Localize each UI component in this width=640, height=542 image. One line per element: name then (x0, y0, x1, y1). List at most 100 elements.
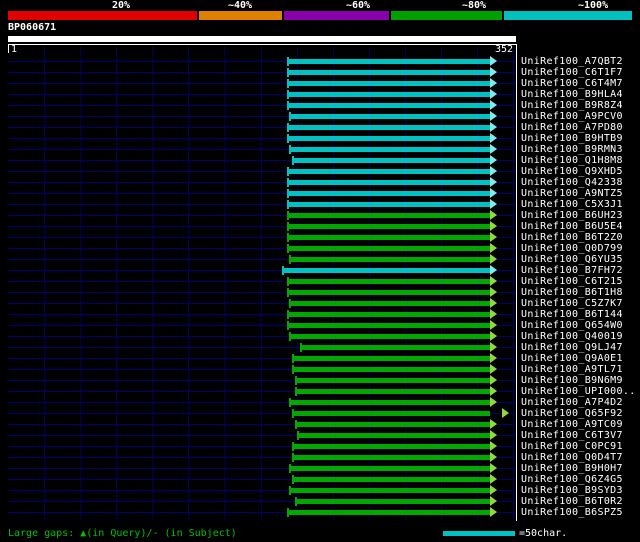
hit-bar[interactable] (287, 81, 490, 86)
hit-bar[interactable] (292, 356, 490, 361)
hit-label[interactable]: UniRef100_B7FH72 (521, 265, 623, 276)
hit-bar[interactable] (287, 213, 490, 218)
hit-bar[interactable] (287, 169, 490, 174)
hit-label[interactable]: UniRef100_A9TL71 (521, 364, 623, 375)
hit-label[interactable]: UniRef100_B6T1H8 (521, 287, 623, 298)
hit-bar[interactable] (287, 59, 490, 64)
hit-label[interactable]: UniRef100_B6UH23 (521, 210, 623, 221)
hit-arrow-icon (490, 133, 497, 143)
hit-label[interactable]: UniRef100_A9NTZ5 (521, 188, 623, 199)
hit-bar[interactable] (292, 477, 490, 482)
hit-bar[interactable] (287, 510, 490, 515)
hit-arrow-icon (490, 221, 497, 231)
hit-bar[interactable] (287, 323, 490, 328)
hit-label[interactable]: UniRef100_B6T0R2 (521, 496, 623, 507)
hit-bar[interactable] (292, 367, 490, 372)
hit-bar[interactable] (287, 125, 490, 130)
hit-row: UniRef100_C6T215 (0, 276, 640, 287)
hit-row: UniRef100_C6T3V7 (0, 430, 640, 441)
hit-label[interactable]: UniRef100_B9SYD3 (521, 485, 623, 496)
hit-label[interactable]: UniRef100_B9HLA4 (521, 89, 623, 100)
hit-bar[interactable] (289, 301, 490, 306)
hit-label[interactable]: UniRef100_A7PD80 (521, 122, 623, 133)
hit-row: UniRef100_A7PD80 (0, 122, 640, 133)
hit-label[interactable]: UniRef100_A9TC09 (521, 419, 623, 430)
hit-bar[interactable] (287, 103, 490, 108)
hit-label[interactable]: UniRef100_A9PCV0 (521, 111, 623, 122)
hit-row: UniRef100_Q40019 (0, 331, 640, 342)
hit-label[interactable]: UniRef100_C0PC91 (521, 441, 623, 452)
hit-bar[interactable] (287, 312, 490, 317)
hit-bar[interactable] (295, 378, 490, 383)
hit-label[interactable]: UniRef100_C5X3J1 (521, 199, 623, 210)
hit-bar[interactable] (292, 455, 490, 460)
hit-bar[interactable] (300, 345, 490, 350)
hit-bar[interactable] (287, 246, 490, 251)
hit-label[interactable]: UniRef100_Q6YU35 (521, 254, 623, 265)
hit-bar[interactable] (287, 70, 490, 75)
hit-bar[interactable] (289, 334, 490, 339)
hit-arrow-icon (490, 474, 497, 484)
hit-bar[interactable] (297, 433, 490, 438)
hit-label[interactable]: UniRef100_C6T215 (521, 276, 623, 287)
hit-bar[interactable] (287, 235, 490, 240)
hit-bar[interactable] (292, 158, 490, 163)
hit-label[interactable]: UniRef100_Q9A0E1 (521, 353, 623, 364)
hit-bar[interactable] (289, 466, 490, 471)
hit-bar[interactable] (289, 257, 490, 262)
hit-start-tick (295, 497, 297, 506)
hit-row: UniRef100_Q6YU35 (0, 254, 640, 265)
hit-label[interactable]: UniRef100_C6T3V7 (521, 430, 623, 441)
hit-bar[interactable] (287, 180, 490, 185)
hit-bar[interactable] (292, 444, 490, 449)
hit-label[interactable]: UniRef100_Q0D799 (521, 243, 623, 254)
hit-label[interactable]: UniRef100_B6U5E4 (521, 221, 623, 232)
hit-bar[interactable] (295, 389, 490, 394)
hit-bar[interactable] (282, 268, 490, 273)
hit-bar[interactable] (289, 114, 490, 119)
hit-label[interactable]: UniRef100_B9R8Z4 (521, 100, 623, 111)
hit-label[interactable]: UniRef100_B9H0H7 (521, 463, 623, 474)
hit-label[interactable]: UniRef100_B6SPZ5 (521, 507, 623, 518)
hit-arrow-icon (490, 56, 497, 66)
hit-bar[interactable] (287, 136, 490, 141)
hit-bar[interactable] (289, 147, 490, 152)
hit-bar[interactable] (287, 191, 490, 196)
hit-label[interactable]: UniRef100_Q42338 (521, 177, 623, 188)
hit-label[interactable]: UniRef100_B6T2Z0 (521, 232, 623, 243)
hit-label[interactable]: UniRef100_C6T1F7 (521, 67, 623, 78)
hit-bar[interactable] (287, 92, 490, 97)
hit-label[interactable]: UniRef100_B6T144 (521, 309, 623, 320)
hit-label[interactable]: UniRef100_Q9XHD5 (521, 166, 623, 177)
hit-label[interactable]: UniRef100_Q40019 (521, 331, 623, 342)
hit-arrow-icon (490, 463, 497, 473)
hit-label[interactable]: UniRef100_A7QBT2 (521, 56, 623, 67)
hit-bar[interactable] (292, 411, 490, 416)
hit-label[interactable]: UniRef100_A7P4D2 (521, 397, 623, 408)
hit-row: UniRef100_C0PC91 (0, 441, 640, 452)
hit-label[interactable]: UniRef100_B9N6M9 (521, 375, 623, 386)
hit-bar[interactable] (287, 290, 490, 295)
hit-bar[interactable] (289, 400, 490, 405)
hit-start-tick (287, 79, 289, 88)
hit-row: UniRef100_B9N6M9 (0, 375, 640, 386)
hit-bar[interactable] (287, 202, 490, 207)
hit-bar[interactable] (289, 488, 490, 493)
hit-label[interactable]: UniRef100_Q1H8M8 (521, 155, 623, 166)
hit-label[interactable]: UniRef100_Q9LJ47 (521, 342, 623, 353)
hit-row: UniRef100_B6T144 (0, 309, 640, 320)
hit-label[interactable]: UniRef100_C6T4M7 (521, 78, 623, 89)
hit-label[interactable]: UniRef100_B9RMN3 (521, 144, 623, 155)
hit-label[interactable]: UniRef100_Q654W0 (521, 320, 623, 331)
hit-label[interactable]: UniRef100_Q6Z4G5 (521, 474, 623, 485)
hit-bar[interactable] (287, 224, 490, 229)
hit-bar[interactable] (295, 499, 490, 504)
hit-label[interactable]: UniRef100_C5Z7K7 (521, 298, 623, 309)
hit-bar[interactable] (295, 422, 490, 427)
hit-label[interactable]: UniRef100_B9HTB9 (521, 133, 623, 144)
hit-label[interactable]: UniRef100_Q65F92 (521, 408, 623, 419)
hit-bar[interactable] (287, 279, 490, 284)
hit-label[interactable]: UniRef100_UPI000.. (521, 386, 636, 397)
hit-start-tick (292, 409, 294, 418)
hit-label[interactable]: UniRef100_Q0D4T7 (521, 452, 623, 463)
